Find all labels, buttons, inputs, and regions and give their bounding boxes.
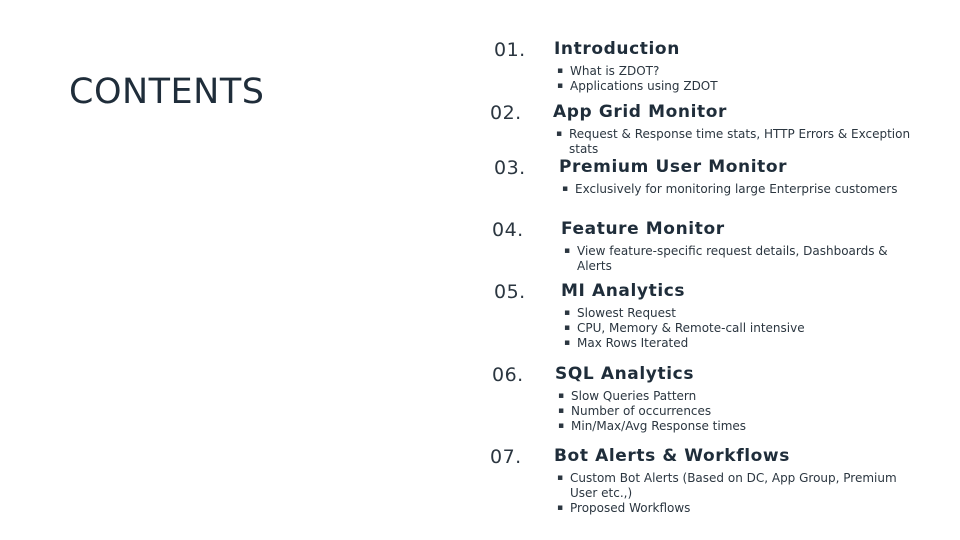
section-number-05: 05. (494, 281, 526, 303)
slide-title: CONTENTS (69, 72, 265, 112)
section-heading-introduction: Introduction (554, 39, 680, 59)
section-heading-feature-monitor: Feature Monitor (561, 219, 725, 239)
bullet-item: Slowest Request (564, 306, 904, 321)
section-number-07: 07. (490, 446, 522, 468)
section-number-02: 02. (490, 102, 522, 124)
section-bullets-06: Slow Queries Pattern Number of occurrenc… (558, 389, 898, 434)
section-heading-premium-user-monitor: Premium User Monitor (559, 157, 788, 177)
section-number-03: 03. (494, 157, 526, 179)
bullet-item: Number of occurrences (558, 404, 898, 419)
section-bullets-03: Exclusively for monitoring large Enterpr… (562, 182, 922, 197)
section-bullets-07: Custom Bot Alerts (Based on DC, App Grou… (557, 471, 907, 516)
section-number-04: 04. (492, 219, 524, 241)
section-heading-app-grid-monitor: App Grid Monitor (553, 102, 727, 122)
section-number-06: 06. (492, 364, 524, 386)
section-bullets-01: What is ZDOT? Applications using ZDOT (557, 64, 907, 94)
bullet-item: Exclusively for monitoring large Enterpr… (562, 182, 922, 197)
section-number-01: 01. (494, 39, 526, 61)
section-bullets-02: Request & Response time stats, HTTP Erro… (556, 127, 916, 157)
section-heading-bot-alerts-workflows: Bot Alerts & Workflows (554, 446, 790, 466)
section-heading-sql-analytics: SQL Analytics (555, 364, 695, 384)
slide: CONTENTS 01. Introduction What is ZDOT? … (0, 0, 960, 540)
bullet-item: Applications using ZDOT (557, 79, 907, 94)
bullet-item: View feature-specific request details, D… (564, 244, 894, 274)
bullet-item: Request & Response time stats, HTTP Erro… (556, 127, 916, 157)
bullet-item: Slow Queries Pattern (558, 389, 898, 404)
section-bullets-04: View feature-specific request details, D… (564, 244, 894, 274)
section-heading-mi-analytics: MI Analytics (561, 281, 686, 301)
bullet-item: Min/Max/Avg Response times (558, 419, 898, 434)
bullet-item: CPU, Memory & Remote-call intensive (564, 321, 904, 336)
bullet-item: Max Rows Iterated (564, 336, 904, 351)
bullet-item: Proposed Workflows (557, 501, 907, 516)
bullet-item: Custom Bot Alerts (Based on DC, App Grou… (557, 471, 907, 501)
bullet-item: What is ZDOT? (557, 64, 907, 79)
section-bullets-05: Slowest Request CPU, Memory & Remote-cal… (564, 306, 904, 351)
